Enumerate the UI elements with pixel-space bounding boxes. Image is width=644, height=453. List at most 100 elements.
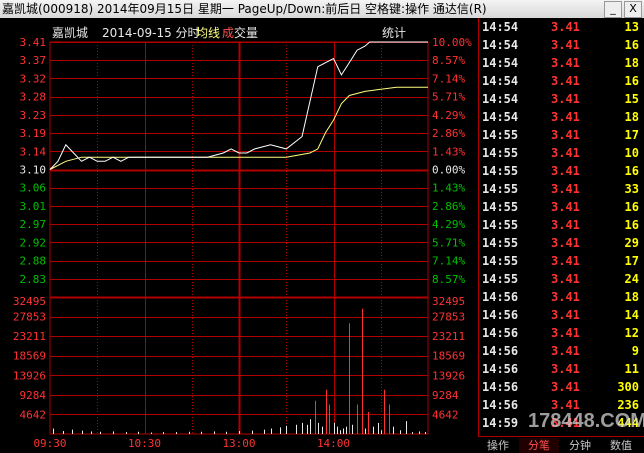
percent-tick-label: 7.14%	[432, 72, 465, 85]
tab-1[interactable]: 分笔	[519, 438, 559, 453]
intraday-chart[interactable]: 嘉凯城 2014-09-15 分时 均线 成 交量 统计 3.41 3.37 3.3…	[0, 18, 478, 452]
price-tick-label: 3.01	[20, 200, 47, 213]
price-tick-label: 3.32	[20, 72, 47, 85]
percent-tick-label: 4.29%	[432, 218, 465, 231]
tick-time: 14:54	[482, 56, 519, 70]
tick-row[interactable]: 14:56 3.41 12	[479, 324, 644, 342]
tick-row[interactable]: 14:55 3.41 16	[479, 198, 644, 216]
tick-time: 14:55	[482, 182, 519, 196]
tick-price: 3.41	[551, 110, 580, 124]
tick-row[interactable]: 14:56 3.41 300	[479, 378, 644, 396]
tick-row[interactable]: 14:56 3.41 9	[479, 342, 644, 360]
volume-tick-label: 18569	[13, 350, 46, 363]
price-tick-label: 2.92	[20, 236, 47, 249]
tab-3[interactable]: 数值	[601, 438, 641, 453]
minimize-button[interactable]: _	[604, 1, 622, 18]
price-tick-label: 3.41	[20, 36, 47, 49]
tick-time: 14:55	[482, 146, 519, 160]
tick-volume: 17	[624, 128, 639, 142]
percent-tick-label: 8.57%	[432, 54, 465, 67]
tick-volume: 11	[624, 362, 639, 376]
tick-price: 3.41	[551, 20, 580, 34]
volume-tick-label-right: 9284	[432, 389, 459, 402]
percent-tick-label: 7.14%	[432, 255, 465, 268]
tick-volume: 15	[624, 92, 639, 106]
volume-tick-label: 13926	[13, 369, 46, 382]
tick-volume: 9	[631, 344, 639, 358]
tick-row[interactable]: 14:56 3.41 11	[479, 360, 644, 378]
tick-list[interactable]: 14:54 3.41 13 14:54 3.41 16 14:54 3.41 18 14:54 3.…	[478, 18, 644, 436]
tick-time: 14:54	[482, 20, 519, 34]
price-tick-label: 3.37	[20, 54, 47, 67]
tick-row[interactable]: 14:55 3.41 10	[479, 144, 644, 162]
tick-row[interactable]: 14:54 3.41 13	[479, 18, 644, 36]
tick-price: 3.41	[551, 74, 580, 88]
tab-0[interactable]: 操作	[478, 438, 518, 453]
tick-price: 3.41	[551, 380, 580, 394]
time-tick-label: 13:00	[222, 437, 255, 450]
tick-volume: 33	[624, 182, 639, 196]
tick-price: 3.41	[551, 290, 580, 304]
tick-time: 14:54	[482, 74, 519, 88]
tick-volume: 29	[624, 236, 639, 250]
tick-row[interactable]: 14:56 3.41 18	[479, 288, 644, 306]
tick-price: 3.41	[551, 164, 580, 178]
tick-price: 3.41	[551, 326, 580, 340]
tick-row[interactable]: 14:55 3.41 33	[479, 180, 644, 198]
volume-tick-label-right: 4642	[432, 408, 459, 421]
avg-line-label: 均线	[196, 26, 220, 40]
tick-price: 3.41	[551, 38, 580, 52]
volume-tick-label: 23211	[13, 330, 46, 343]
chart-grid	[49, 41, 429, 435]
volume-tick-label: 9284	[20, 389, 47, 402]
time-tick-label: 14:00	[317, 437, 350, 450]
tick-price: 3.41	[551, 218, 580, 232]
tick-row[interactable]: 14:55 3.41 17	[479, 252, 644, 270]
percent-tick-label: 8.57%	[432, 273, 465, 286]
close-button[interactable]: X	[624, 1, 642, 18]
tick-volume: 14	[624, 308, 639, 322]
tick-row[interactable]: 14:56 3.41 14	[479, 306, 644, 324]
tick-row[interactable]: 14:54 3.41 18	[479, 54, 644, 72]
percent-tick-label: 10.00%	[432, 36, 472, 49]
price-tick-label: 3.10	[20, 164, 47, 177]
tick-volume: 10	[624, 146, 639, 160]
tick-price: 3.41	[551, 308, 580, 322]
percent-tick-label: 2.86%	[432, 200, 465, 213]
site-watermark: 178448.COM	[528, 410, 644, 432]
price-tick-label: 3.23	[20, 109, 47, 122]
tick-price: 3.41	[551, 254, 580, 268]
tick-volume: 16	[624, 218, 639, 232]
percent-tick-label: 2.86%	[432, 127, 465, 140]
tick-time: 14:56	[482, 380, 519, 394]
tick-row[interactable]: 14:55 3.41 16	[479, 162, 644, 180]
percent-tick-label: 4.29%	[432, 109, 465, 122]
tick-row[interactable]: 14:54 3.41 15	[479, 90, 644, 108]
price-tick-label: 2.83	[20, 273, 47, 286]
tick-volume: 18	[624, 290, 639, 304]
stats-button[interactable]: 统计	[382, 26, 406, 40]
tab-2[interactable]: 分钟	[560, 438, 600, 453]
tick-row[interactable]: 14:54 3.41 16	[479, 72, 644, 90]
tick-row[interactable]: 14:55 3.41 17	[479, 126, 644, 144]
tick-volume: 24	[624, 272, 639, 286]
volume-tick-label: 32495	[13, 295, 46, 308]
price-tick-label: 3.28	[20, 91, 47, 104]
tick-time: 14:55	[482, 200, 519, 214]
tick-volume: 13	[624, 20, 639, 34]
price-tick-label: 3.19	[20, 127, 47, 140]
tick-time: 14:55	[482, 272, 519, 286]
tick-row[interactable]: 14:55 3.41 29	[479, 234, 644, 252]
time-axis: 09:30 10:30 13:00 14:00	[33, 437, 350, 450]
tick-time: 14:56	[482, 308, 519, 322]
tick-row[interactable]: 14:54 3.41 16	[479, 36, 644, 54]
price-tick-label: 3.14	[20, 145, 47, 158]
tick-time: 14:54	[482, 92, 519, 106]
volume-tick-label-right: 32495	[432, 295, 465, 308]
price-tick-label: 2.88	[20, 255, 47, 268]
tick-row[interactable]: 14:54 3.41 18	[479, 108, 644, 126]
tick-volume: 16	[624, 200, 639, 214]
tick-time: 14:55	[482, 128, 519, 142]
tick-row[interactable]: 14:55 3.41 16	[479, 216, 644, 234]
tick-row[interactable]: 14:55 3.41 24	[479, 270, 644, 288]
